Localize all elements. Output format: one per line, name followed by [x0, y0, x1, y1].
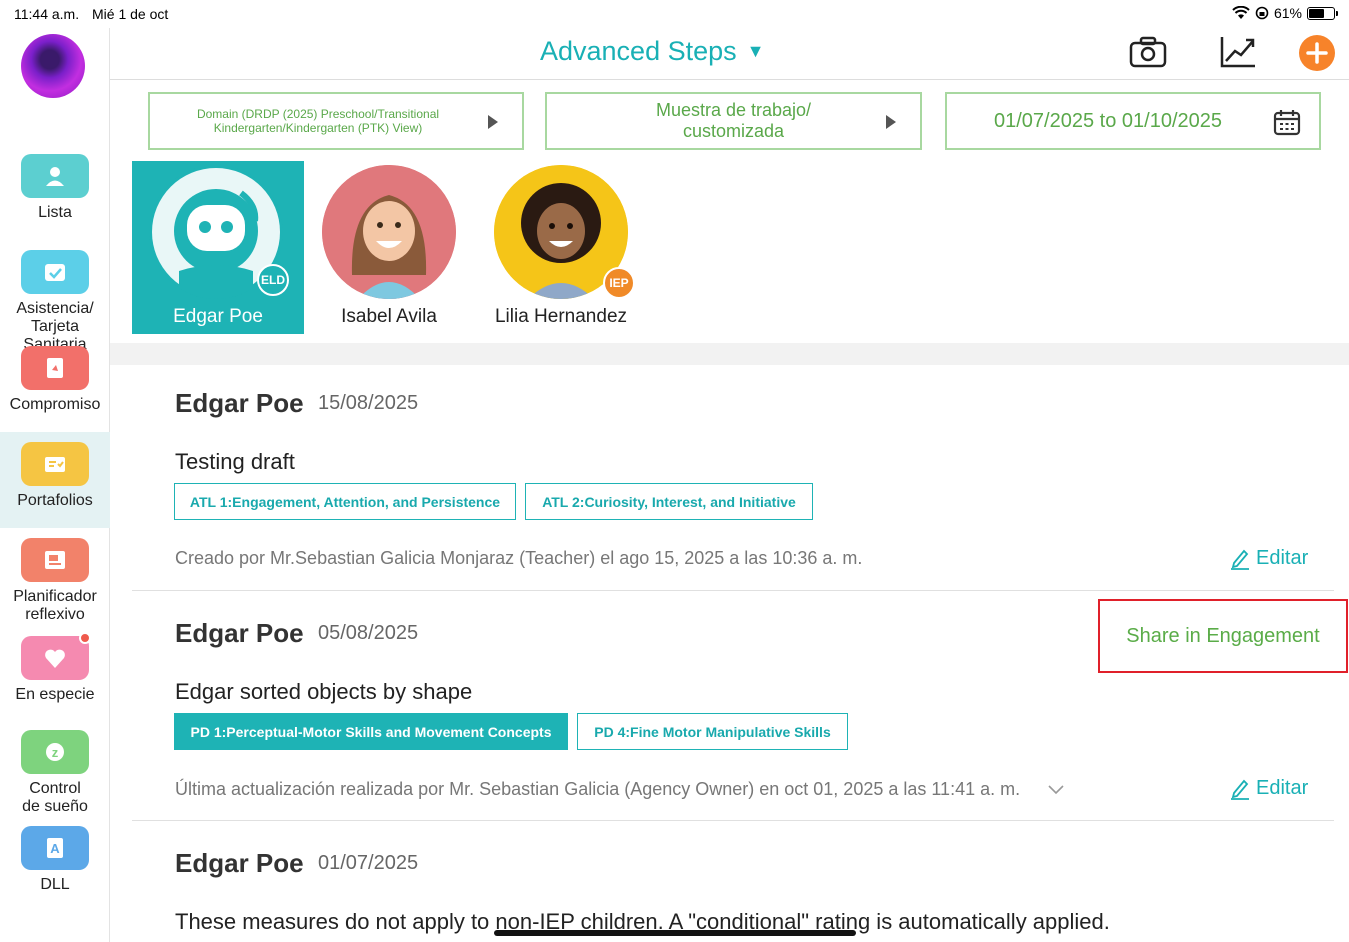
- sidebar-item-dll[interactable]: A DLL: [0, 826, 110, 894]
- sidebar-item-planificador[interactable]: Planificador reflexivo: [0, 538, 110, 624]
- chart-trend-icon: [1220, 37, 1255, 68]
- status-indicators: 61%: [1232, 5, 1338, 21]
- status-time: 11:44 a.m.: [14, 6, 80, 22]
- child-photo: [322, 165, 456, 299]
- status-bar: 11:44 a.m. Mié 1 de oct 61%: [0, 0, 1349, 28]
- measure-tag[interactable]: ATL 1:Engagement, Attention, and Persist…: [174, 483, 516, 520]
- sample-type-filter[interactable]: Muestra de trabajo/ customizada: [545, 92, 922, 150]
- heart-icon: [21, 632, 91, 680]
- engagement-book-icon: [21, 346, 89, 390]
- measure-tag[interactable]: ATL 2:Curiosity, Interest, and Initiativ…: [525, 483, 813, 520]
- child-name: Isabel Avila: [341, 306, 437, 327]
- play-arrow-icon: [886, 115, 896, 129]
- entry-title: Edgar sorted objects by shape: [175, 679, 473, 704]
- date-range-filter[interactable]: 01/07/2025 to 01/10/2025: [945, 92, 1321, 150]
- domain-filter[interactable]: Domain (DRDP (2025) Preschool/Transition…: [148, 92, 524, 150]
- play-arrow-icon: [488, 115, 498, 129]
- sidebar-item-label: DLL: [40, 876, 70, 893]
- date-range-label: 01/07/2025 to 01/10/2025: [994, 109, 1222, 132]
- child-card-lilia[interactable]: IEP Lilia Hernandez: [475, 161, 647, 334]
- top-header: Advanced Steps ▼: [110, 28, 1349, 80]
- battery-icon: [1307, 6, 1338, 20]
- sidebar-item-asistencia[interactable]: Asistencia/ Tarjeta Sanitaria: [0, 250, 110, 354]
- sidebar-item-compromiso[interactable]: Compromiso: [0, 346, 110, 414]
- reports-button[interactable]: [1218, 34, 1258, 70]
- program-selector[interactable]: Advanced Steps ▼: [540, 36, 764, 67]
- edit-label: Editar: [1256, 547, 1309, 569]
- section-separator: [110, 343, 1349, 365]
- add-button[interactable]: [1299, 35, 1335, 71]
- sidebar-item-label: Control de sueño: [22, 780, 88, 815]
- chevron-down-icon[interactable]: [1048, 785, 1064, 795]
- sidebar-item-label: Planificador reflexivo: [13, 588, 97, 623]
- svg-text:z: z: [52, 745, 59, 760]
- sample-type-filter-label: Muestra de trabajo/ customizada: [655, 100, 812, 141]
- camera-icon: [1129, 36, 1167, 68]
- sidebar-item-portafolios[interactable]: Portafolios: [0, 432, 110, 528]
- edit-label: Editar: [1256, 777, 1309, 799]
- sidebar-item-control-sueno[interactable]: z Control de sueño: [0, 730, 110, 816]
- entry-child-name: Edgar Poe: [175, 848, 304, 878]
- sleep-icon: z: [21, 730, 89, 774]
- sidebar-item-label: Portafolios: [17, 492, 93, 509]
- camera-button[interactable]: [1128, 34, 1168, 70]
- sidebar-item-label: Lista: [38, 204, 72, 221]
- planner-icon: [21, 538, 89, 582]
- share-highlight-box: Share in Engagement: [1098, 599, 1348, 673]
- entry-meta: Última actualización realizada por Mr. S…: [175, 779, 1021, 799]
- entry-date: 01/07/2025: [318, 852, 419, 874]
- sidebar-item-lista[interactable]: Lista: [0, 154, 110, 222]
- sidebar-item-label: Compromiso: [9, 396, 101, 413]
- sidebar: Lista Asistencia/ Tarjeta Sanitaria Comp…: [0, 28, 110, 942]
- sidebar-item-label: En especie: [15, 686, 95, 703]
- entry-divider: [132, 820, 1334, 821]
- user-card-icon: [21, 154, 89, 198]
- svg-text:A: A: [50, 841, 60, 856]
- entry-child-name: Edgar Poe: [175, 618, 304, 648]
- child-card-edgar[interactable]: ELD Edgar Poe: [132, 161, 304, 334]
- domain-filter-label: Domain (DRDP (2025) Preschool/Transition…: [196, 107, 440, 135]
- entry-meta: Creado por Mr.Sebastian Galicia Monjaraz…: [175, 548, 863, 568]
- wifi-icon: [1232, 6, 1250, 19]
- notification-dot: [79, 632, 91, 644]
- eld-badge: ELD: [257, 264, 289, 296]
- child-name: Lilia Hernandez: [494, 306, 628, 327]
- portfolio-icon: [21, 442, 89, 486]
- lock-rotation-icon: [1255, 6, 1269, 20]
- measure-tag[interactable]: PD 4:Fine Motor Manipulative Skills: [577, 713, 848, 750]
- measure-tag[interactable]: PD 1:Perceptual-Motor Skills and Movemen…: [174, 713, 568, 750]
- entry-title: Testing draft: [175, 449, 295, 474]
- battery-percent: 61%: [1273, 5, 1302, 21]
- entry-date: 15/08/2025: [318, 392, 419, 414]
- language-icon: A: [21, 826, 89, 870]
- pencil-icon: [1231, 549, 1249, 570]
- calendar-check-icon: [21, 250, 89, 294]
- entry-divider: [132, 590, 1334, 591]
- plus-icon: [1306, 42, 1328, 64]
- sidebar-item-en-especie[interactable]: En especie: [0, 632, 110, 704]
- edit-button[interactable]: Editar: [1230, 547, 1308, 570]
- edit-button[interactable]: Editar: [1230, 777, 1308, 800]
- calendar-icon: [1273, 110, 1301, 136]
- share-in-engagement-button[interactable]: Share in Engagement: [1126, 625, 1319, 648]
- chevron-down-icon: ▼: [746, 41, 765, 61]
- child-name: Edgar Poe: [173, 306, 263, 327]
- entry-child-name: Edgar Poe: [175, 388, 304, 418]
- pencil-icon: [1231, 779, 1249, 800]
- iep-badge: IEP: [603, 267, 635, 299]
- status-date: Mié 1 de oct: [92, 6, 169, 22]
- entry-date: 05/08/2025: [318, 622, 419, 644]
- battery-level: [1309, 8, 1324, 18]
- page-title: Advanced Steps: [540, 36, 737, 66]
- home-indicator[interactable]: [494, 930, 856, 936]
- profile-avatar[interactable]: [21, 34, 85, 98]
- child-card-isabel[interactable]: Isabel Avila: [303, 161, 475, 334]
